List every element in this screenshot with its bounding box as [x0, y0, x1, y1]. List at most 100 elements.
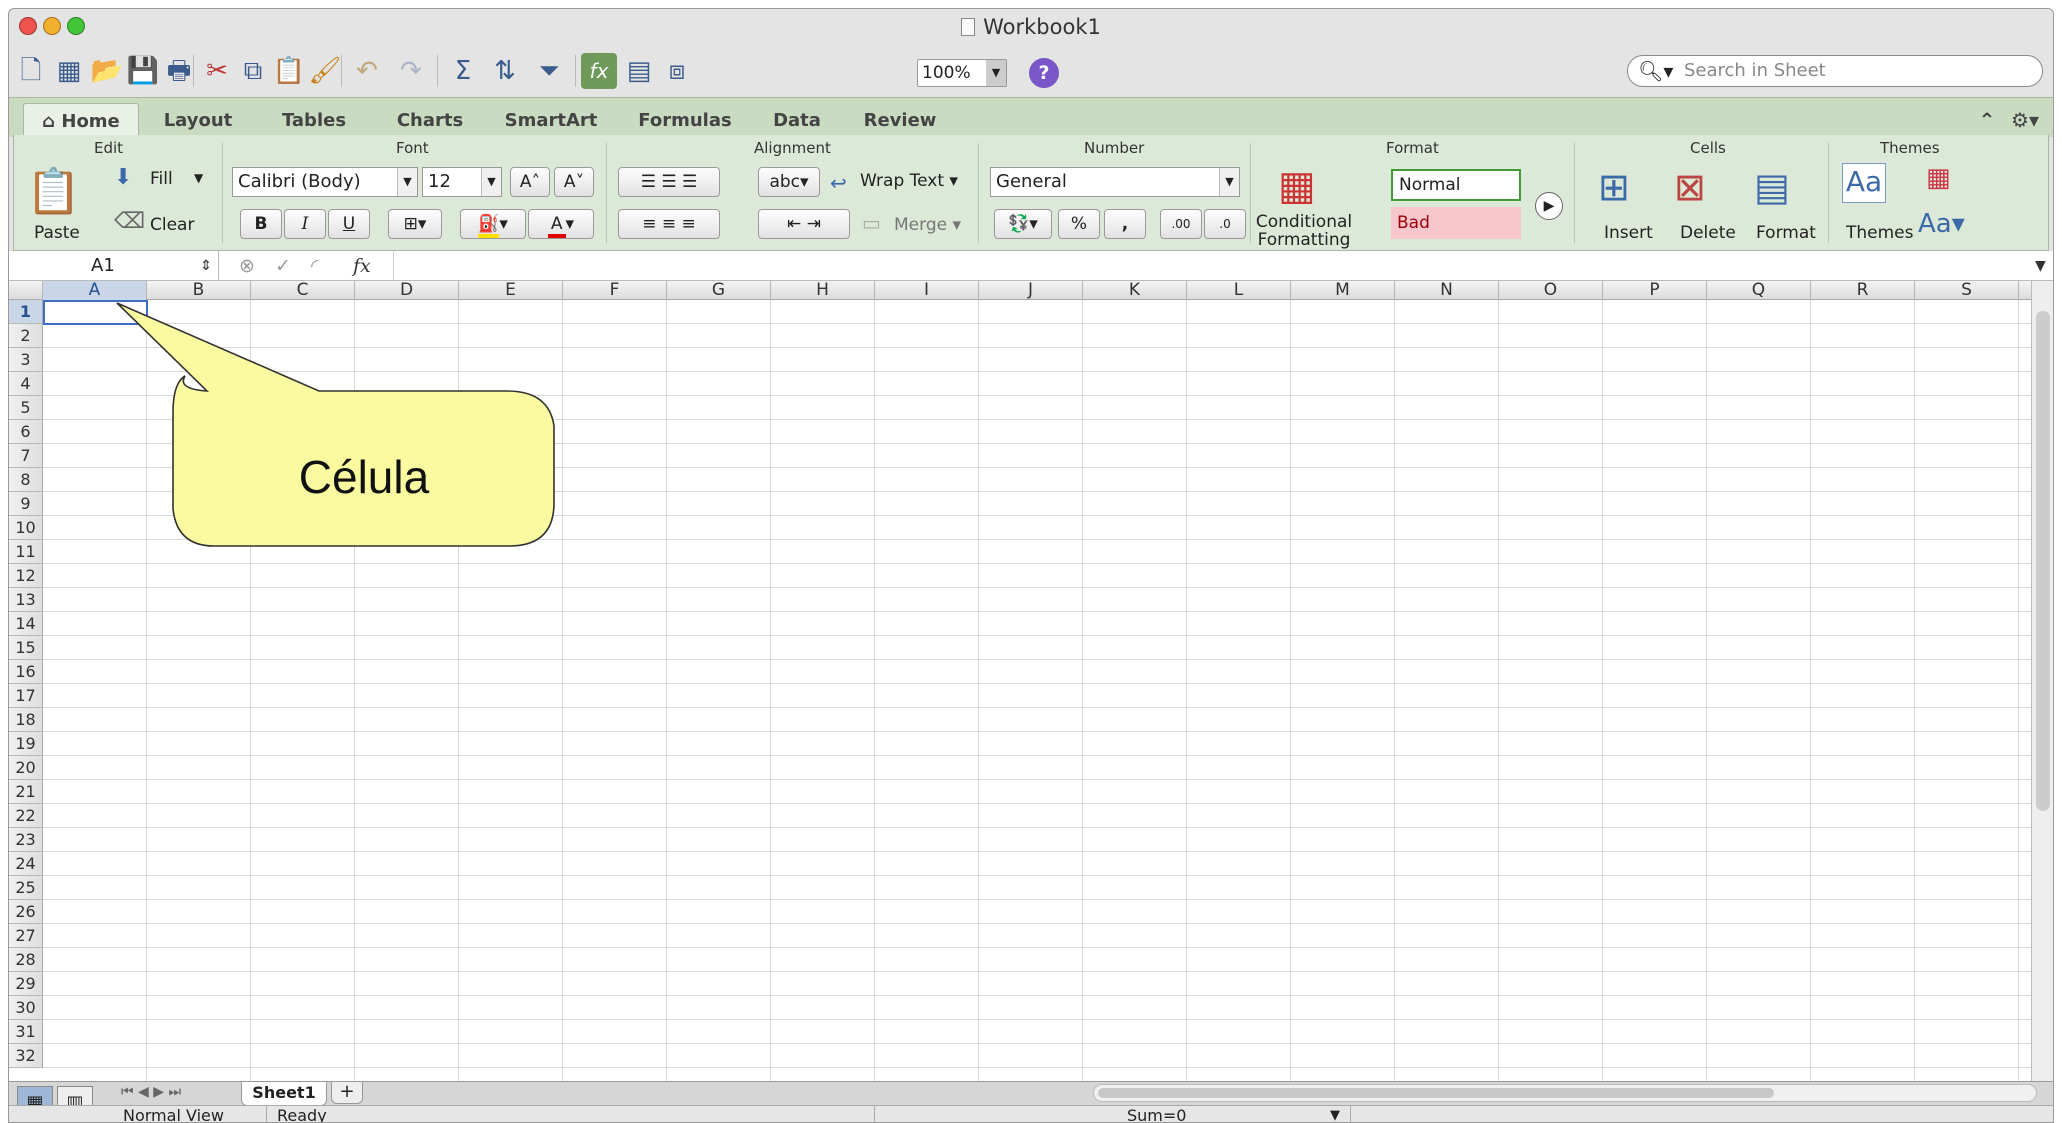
- themes-button[interactable]: Themes: [1846, 223, 1914, 243]
- row-header-26[interactable]: 26: [9, 900, 43, 924]
- name-box[interactable]: A1 ⇕: [9, 251, 219, 281]
- expand-formula-icon[interactable]: ▼: [2035, 251, 2046, 281]
- horizontal-scrollbar[interactable]: [1093, 1084, 2037, 1102]
- column-header-l[interactable]: L: [1187, 281, 1291, 300]
- row-header-20[interactable]: 20: [9, 756, 43, 780]
- sheet-nav-arrows[interactable]: ⏮ ◀ ▶ ⏭: [121, 1084, 181, 1100]
- row-header-29[interactable]: 29: [9, 972, 43, 996]
- tab-review[interactable]: Review: [845, 103, 955, 138]
- column-header-d[interactable]: D: [355, 281, 459, 300]
- row-header-2[interactable]: 2: [9, 324, 43, 348]
- new-document-icon[interactable]: 🗋: [13, 53, 49, 89]
- column-header-b[interactable]: B: [147, 281, 251, 300]
- save-icon[interactable]: 💾: [125, 53, 161, 89]
- percent-button[interactable]: %: [1058, 209, 1100, 239]
- column-header-a[interactable]: A: [43, 281, 147, 300]
- active-cell[interactable]: [43, 300, 151, 328]
- row-header-32[interactable]: 32: [9, 1044, 43, 1068]
- sum-display[interactable]: Sum=0 ▼: [1121, 1106, 1351, 1122]
- theme-colors-icon[interactable]: ▦: [1926, 163, 1951, 193]
- conditional-formatting-button[interactable]: Conditional Formatting: [1254, 213, 1354, 249]
- align-left-button[interactable]: ≡ ≡ ≡: [618, 209, 720, 239]
- row-header-11[interactable]: 11: [9, 540, 43, 564]
- row-header-19[interactable]: 19: [9, 732, 43, 756]
- borders-button[interactable]: ⊞▾: [388, 209, 442, 239]
- row-header-9[interactable]: 9: [9, 492, 43, 516]
- row-header-24[interactable]: 24: [9, 852, 43, 876]
- column-header-h[interactable]: H: [771, 281, 875, 300]
- row-header-5[interactable]: 5: [9, 396, 43, 420]
- format-cells-button[interactable]: Format: [1756, 223, 1816, 243]
- row-header-10[interactable]: 10: [9, 516, 43, 540]
- formula-input[interactable]: [393, 251, 2013, 281]
- cut-icon[interactable]: ✂: [199, 53, 235, 89]
- search-input[interactable]: 🔍︎▾ Search in Sheet: [1627, 55, 2043, 87]
- insert-cells-button[interactable]: Insert: [1604, 223, 1653, 243]
- grow-font-button[interactable]: A˄: [510, 167, 550, 197]
- row-header-6[interactable]: 6: [9, 420, 43, 444]
- column-header-j[interactable]: J: [979, 281, 1083, 300]
- shrink-font-button[interactable]: A˅: [554, 167, 594, 197]
- column-header-p[interactable]: P: [1603, 281, 1707, 300]
- column-header-q[interactable]: Q: [1707, 281, 1811, 300]
- copy-icon[interactable]: ⧉: [235, 53, 271, 89]
- help-button[interactable]: ?: [1029, 58, 1059, 88]
- column-header-f[interactable]: F: [563, 281, 667, 300]
- tab-layout[interactable]: Layout: [143, 103, 253, 138]
- decrease-decimal-button[interactable]: .0: [1204, 209, 1246, 239]
- italic-button[interactable]: I: [284, 209, 326, 239]
- currency-format-button[interactable]: 💱▾: [994, 209, 1052, 239]
- paste-icon[interactable]: 📋: [26, 165, 81, 217]
- row-header-18[interactable]: 18: [9, 708, 43, 732]
- row-header-17[interactable]: 17: [9, 684, 43, 708]
- scroll-thumb[interactable]: [1098, 1088, 1774, 1098]
- templates-icon[interactable]: ▦: [51, 53, 87, 89]
- row-header-8[interactable]: 8: [9, 468, 43, 492]
- row-header-23[interactable]: 23: [9, 828, 43, 852]
- row-header-12[interactable]: 12: [9, 564, 43, 588]
- collapse-ribbon-icon[interactable]: ⌃: [1975, 103, 1999, 138]
- open-folder-icon[interactable]: 📂: [89, 53, 125, 89]
- row-header-25[interactable]: 25: [9, 876, 43, 900]
- row-header-16[interactable]: 16: [9, 660, 43, 684]
- style-bad[interactable]: Bad: [1391, 207, 1521, 239]
- fill-dropdown-icon[interactable]: ▼: [194, 171, 203, 185]
- redo-icon[interactable]: ↷: [393, 53, 429, 89]
- filter-icon[interactable]: ⏷: [531, 53, 567, 89]
- column-header-s[interactable]: S: [1915, 281, 2019, 300]
- font-color-button[interactable]: A ▾: [528, 209, 594, 239]
- stepper-icon[interactable]: ⇕: [200, 251, 212, 281]
- cell-area[interactable]: [43, 300, 2033, 1081]
- row-header-3[interactable]: 3: [9, 348, 43, 372]
- autosum-icon[interactable]: Σ: [445, 53, 481, 89]
- style-normal[interactable]: Normal: [1391, 169, 1521, 201]
- zoom-select[interactable]: 100% ▼: [917, 59, 1007, 87]
- increase-decimal-button[interactable]: .00: [1160, 209, 1202, 239]
- tab-data[interactable]: Data: [757, 103, 837, 138]
- column-header-k[interactable]: K: [1083, 281, 1187, 300]
- row-header-30[interactable]: 30: [9, 996, 43, 1020]
- tab-home[interactable]: ⌂ Home: [23, 103, 139, 138]
- paste-button-label[interactable]: Paste: [34, 223, 80, 243]
- tab-tables[interactable]: Tables: [259, 103, 369, 138]
- fill-color-button[interactable]: ⛽▾: [460, 209, 526, 239]
- column-header-n[interactable]: N: [1395, 281, 1499, 300]
- edit-formula-icon[interactable]: ◜: [311, 251, 318, 281]
- row-header-14[interactable]: 14: [9, 612, 43, 636]
- add-sheet-button[interactable]: +: [331, 1082, 363, 1104]
- tab-formulas[interactable]: Formulas: [619, 103, 751, 138]
- column-header-c[interactable]: C: [251, 281, 355, 300]
- theme-fonts-button[interactable]: Aa▾: [1918, 209, 1965, 239]
- column-header-g[interactable]: G: [667, 281, 771, 300]
- gallery-icon[interactable]: ⧈: [659, 53, 695, 89]
- paste-icon[interactable]: 📋: [271, 53, 307, 89]
- delete-cells-button[interactable]: Delete: [1680, 223, 1736, 243]
- format-painter-icon[interactable]: 🖌: [307, 53, 343, 89]
- next-style-icon[interactable]: ▶: [1535, 192, 1563, 220]
- vertical-scrollbar[interactable]: [2031, 281, 2053, 1081]
- fill-handle[interactable]: [144, 321, 151, 328]
- row-header-1[interactable]: 1: [9, 300, 43, 324]
- cancel-entry-icon[interactable]: ⊗: [239, 251, 255, 281]
- row-header-22[interactable]: 22: [9, 804, 43, 828]
- merge-button[interactable]: Merge ▾: [894, 215, 961, 235]
